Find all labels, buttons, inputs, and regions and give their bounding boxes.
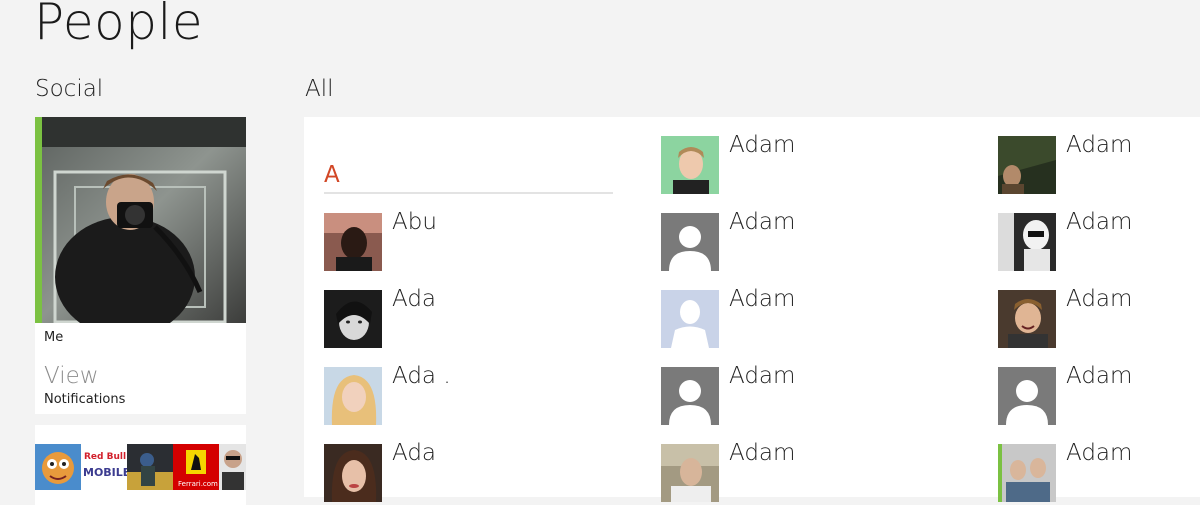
feed-tile-cartoon: [35, 444, 81, 490]
feed-tile-redbull: Red Bull MOBILE: [81, 444, 127, 490]
contact-name: Adam: [729, 440, 796, 466]
feed-tile-person: [219, 444, 246, 490]
notifications-label[interactable]: Notifications: [44, 392, 125, 407]
contact-name: Adam: [729, 132, 796, 158]
page-title: People: [34, 0, 204, 51]
me-label: Me: [44, 330, 64, 345]
me-accent-stripe: [35, 117, 42, 323]
all-heading[interactable]: All: [305, 74, 334, 104]
contact-item[interactable]: Ada: [324, 286, 624, 348]
contact-avatar-placeholder: [661, 213, 719, 271]
contact-item[interactable]: Adam: [998, 132, 1200, 194]
contact-avatar-placeholder: [998, 367, 1056, 425]
contact-item[interactable]: Abu: [324, 209, 624, 271]
contact-avatar: [324, 444, 382, 502]
contact-item[interactable]: Adam: [661, 286, 961, 348]
contact-name: Ada: [392, 286, 437, 312]
contact-name: Adam: [1066, 286, 1133, 312]
contact-name: Adam: [1066, 440, 1133, 466]
contact-name: Ada: [392, 440, 437, 466]
contact-name: Adam: [729, 363, 796, 389]
contact-avatar: [998, 213, 1056, 271]
contact-avatar: [324, 290, 382, 348]
group-divider: [324, 192, 613, 194]
feed-tile-ferrari: Ferrari.com: [173, 444, 219, 490]
contact-name: Adam: [1066, 132, 1133, 158]
svg-text:Red Bull: Red Bull: [84, 452, 126, 462]
contact-item[interactable]: Adam: [998, 440, 1200, 502]
group-letter-a[interactable]: A: [324, 162, 340, 188]
view-notifications-link[interactable]: View: [44, 363, 99, 389]
contact-item[interactable]: Adam: [998, 286, 1200, 348]
contact-avatar-placeholder: [661, 290, 719, 348]
contact-avatar: [998, 290, 1056, 348]
contact-item[interactable]: Adam: [661, 132, 961, 194]
contact-name: Adam: [1066, 209, 1133, 235]
contact-avatar: [661, 136, 719, 194]
svg-text:MOBILE: MOBILE: [83, 466, 127, 479]
contact-avatar: [324, 367, 382, 425]
contact-avatar-placeholder: [661, 367, 719, 425]
contact-name: Abu: [392, 209, 437, 235]
feed-tile-car: [127, 444, 173, 490]
contact-name: Adam: [729, 286, 796, 312]
contact-item[interactable]: Ada .: [324, 363, 624, 425]
contact-avatar: [998, 136, 1056, 194]
contact-item[interactable]: Adam: [998, 363, 1200, 425]
contact-item[interactable]: Adam: [661, 440, 961, 502]
social-feed-tile[interactable]: Red Bull MOBILE Ferrari.com: [35, 425, 246, 505]
contact-name: Ada .: [392, 363, 451, 389]
contact-avatar: [324, 213, 382, 271]
contact-name: Adam: [1066, 363, 1133, 389]
social-heading[interactable]: Social: [35, 74, 103, 104]
contact-avatar: [998, 444, 1056, 502]
contact-name: Adam: [729, 209, 796, 235]
contact-item[interactable]: Adam: [661, 209, 961, 271]
me-tile[interactable]: Me View Notifications: [35, 117, 246, 414]
contact-item[interactable]: Adam: [661, 363, 961, 425]
svg-text:Ferrari.com: Ferrari.com: [178, 480, 218, 488]
contact-item[interactable]: Ada: [324, 440, 624, 502]
me-profile-photo[interactable]: [35, 117, 246, 323]
all-contacts-panel: A Abu Ada Ada . Ada Adam Adam Adam Adam …: [304, 117, 1200, 502]
contact-avatar: [661, 444, 719, 502]
contact-item[interactable]: Adam: [998, 209, 1200, 271]
